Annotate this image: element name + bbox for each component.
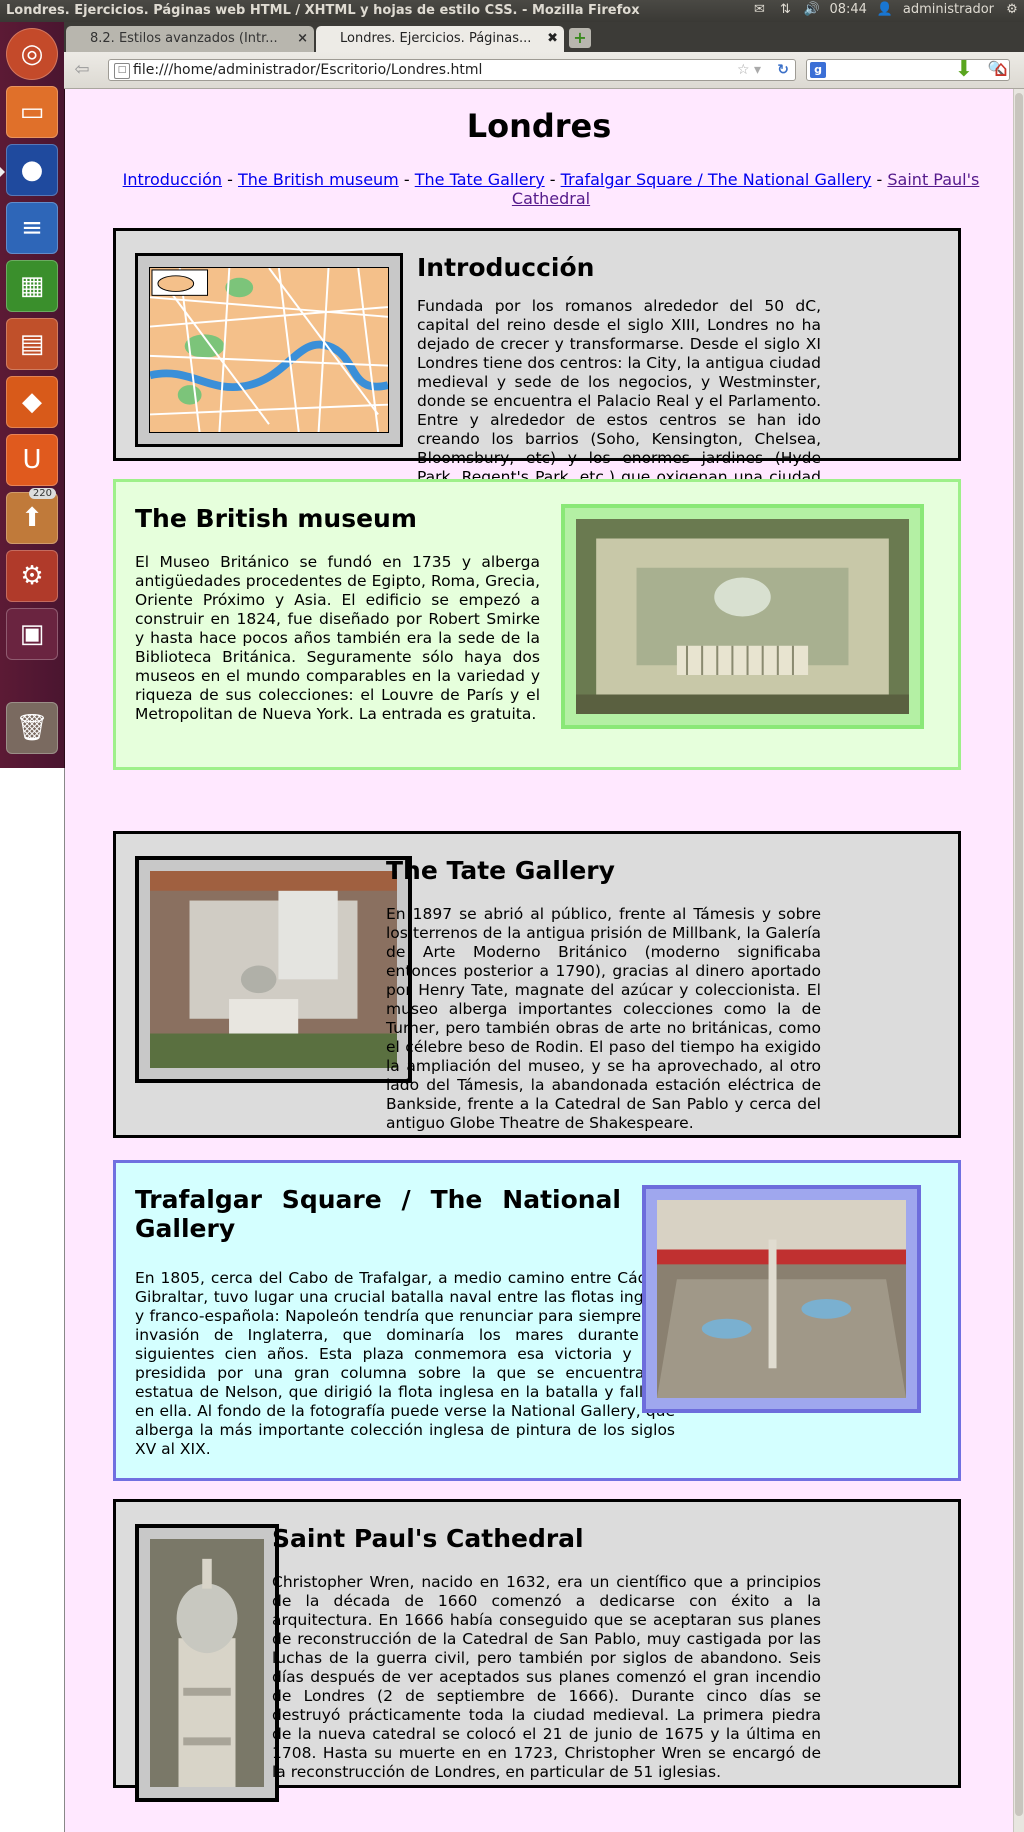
vertical-scrollbar[interactable] bbox=[1013, 89, 1024, 1832]
section-trafalgar: Trafalgar Square / The National Gallery … bbox=[113, 1160, 961, 1481]
page-title: Londres bbox=[466, 107, 612, 145]
menu-link-introduccion[interactable]: Introducción bbox=[123, 170, 222, 189]
system-settings-icon[interactable]: ⚙ bbox=[6, 550, 58, 602]
writer-icon[interactable]: ≡ bbox=[6, 202, 58, 254]
launcher: ◎ ▭ ● ≡ ▦ ▤ ◆ U ⬆ 220 ⚙ ▣ 🗑 bbox=[0, 22, 65, 768]
google-icon[interactable]: g bbox=[810, 62, 826, 78]
update-badge: 220 bbox=[28, 488, 56, 499]
trash-icon[interactable]: 🗑 bbox=[6, 702, 58, 754]
url-bar[interactable]: □ file:///home/administrador/Escritorio/… bbox=[108, 59, 796, 81]
section-title: Trafalgar Square / The National Gallery bbox=[135, 1185, 621, 1243]
close-icon[interactable]: ✖ bbox=[547, 26, 558, 52]
section-text: Fundada por los romanos alrededor del 50… bbox=[417, 297, 821, 505]
reload-icon[interactable]: ↻ bbox=[777, 60, 789, 80]
section-menu: Introducción - The British museum - The … bbox=[122, 170, 980, 208]
british-museum-photo-frame bbox=[561, 504, 924, 729]
workspace-switcher-icon[interactable]: ▣ bbox=[6, 608, 58, 660]
section-text: Christopher Wren, nacido en 1632, era un… bbox=[272, 1573, 821, 1781]
new-tab-button[interactable]: + bbox=[569, 28, 591, 48]
tab-londres[interactable]: Londres. Ejercicios. Páginas... ✖ bbox=[316, 26, 564, 52]
section-title: Saint Paul's Cathedral bbox=[272, 1524, 584, 1553]
section-text: En 1805, cerca del Cabo de Trafalgar, a … bbox=[135, 1269, 675, 1458]
section-text: El Museo Británico se fundó en 1735 y al… bbox=[135, 553, 540, 723]
files-icon[interactable]: ▭ bbox=[6, 86, 58, 138]
tab-label: 8.2. Estilos avanzados (Intr... bbox=[90, 31, 278, 46]
mail-icon[interactable]: ✉ bbox=[751, 2, 767, 17]
section-introduccion: Introducción Fundada por los romanos alr… bbox=[113, 228, 961, 505]
software-center-icon[interactable]: ◆ bbox=[6, 376, 58, 428]
user-name[interactable]: administrador bbox=[903, 2, 994, 17]
section-title: The British museum bbox=[135, 504, 417, 533]
page-content[interactable]: Londres Introducción - The British museu… bbox=[65, 89, 1013, 1832]
menu-link-trafalgar[interactable]: Trafalgar Square / The National Gallery bbox=[561, 170, 872, 189]
menu-link-tate-gallery[interactable]: The Tate Gallery bbox=[415, 170, 545, 189]
british-museum-photo bbox=[576, 519, 909, 714]
update-manager-icon[interactable]: ⬆ 220 bbox=[6, 488, 58, 544]
trafalgar-photo-frame bbox=[642, 1185, 921, 1413]
page-icon: □ bbox=[114, 63, 130, 79]
close-icon[interactable]: × bbox=[297, 26, 308, 52]
section-text: En 1897 se abrió al público, frente al T… bbox=[386, 905, 821, 1132]
desktop-area bbox=[0, 768, 65, 1832]
section-title: The Tate Gallery bbox=[386, 856, 615, 885]
search-input[interactable]: g 🔍 bbox=[806, 59, 1010, 81]
navigation-toolbar: ⇦ □ file:///home/administrador/Escritori… bbox=[64, 52, 1024, 89]
trafalgar-photo bbox=[657, 1200, 906, 1398]
ubuntu-icon[interactable]: ◎ bbox=[6, 28, 58, 80]
download-icon[interactable]: ⬇ bbox=[952, 57, 976, 83]
bookmark-star-icon[interactable]: ☆ ▾ bbox=[737, 60, 761, 80]
section-title: Introducción bbox=[417, 253, 595, 282]
saint-pauls-photo-frame bbox=[135, 1524, 279, 1802]
section-saint-pauls: Saint Paul's Cathedral Christopher Wren,… bbox=[113, 1499, 961, 1802]
tate-gallery-photo-frame bbox=[135, 856, 412, 1083]
clock[interactable]: 08:44 bbox=[829, 2, 866, 17]
tab-strip: 8.2. Estilos avanzados (Intr... × Londre… bbox=[64, 22, 1024, 52]
network-icon[interactable]: ⇅ bbox=[777, 2, 793, 17]
tab-estilos[interactable]: 8.2. Estilos avanzados (Intr... × bbox=[66, 26, 314, 52]
gear-icon[interactable]: ⚙ bbox=[1004, 2, 1020, 17]
london-map-frame bbox=[135, 253, 403, 447]
impress-icon[interactable]: ▤ bbox=[6, 318, 58, 370]
home-icon[interactable]: ⌂ bbox=[988, 57, 1014, 83]
calc-icon[interactable]: ▦ bbox=[6, 260, 58, 312]
ubuntu-one-icon[interactable]: U bbox=[6, 434, 58, 486]
saint-pauls-photo bbox=[150, 1539, 264, 1787]
london-map-image bbox=[149, 267, 389, 433]
user-icon: 👤 bbox=[876, 1, 894, 17]
top-panel: Londres. Ejercicios. Páginas web HTML / … bbox=[0, 0, 1024, 22]
window-title: Londres. Ejercicios. Páginas web HTML / … bbox=[6, 3, 640, 18]
tab-label: Londres. Ejercicios. Páginas... bbox=[340, 31, 532, 46]
tate-gallery-photo bbox=[150, 871, 397, 1068]
section-tate-gallery: The Tate Gallery En 1897 se abrió al púb… bbox=[113, 831, 961, 1138]
firefox-icon[interactable]: ● bbox=[6, 144, 58, 196]
volume-icon[interactable]: 🔊 bbox=[803, 2, 819, 17]
scrollbar-thumb[interactable] bbox=[1015, 93, 1023, 1816]
section-british-museum: The British museum El Museo Británico se… bbox=[113, 479, 961, 770]
url-text: file:///home/administrador/Escritorio/Lo… bbox=[133, 62, 483, 78]
back-button[interactable]: ⇦ bbox=[70, 59, 94, 81]
menu-link-british-museum[interactable]: The British museum bbox=[238, 170, 399, 189]
